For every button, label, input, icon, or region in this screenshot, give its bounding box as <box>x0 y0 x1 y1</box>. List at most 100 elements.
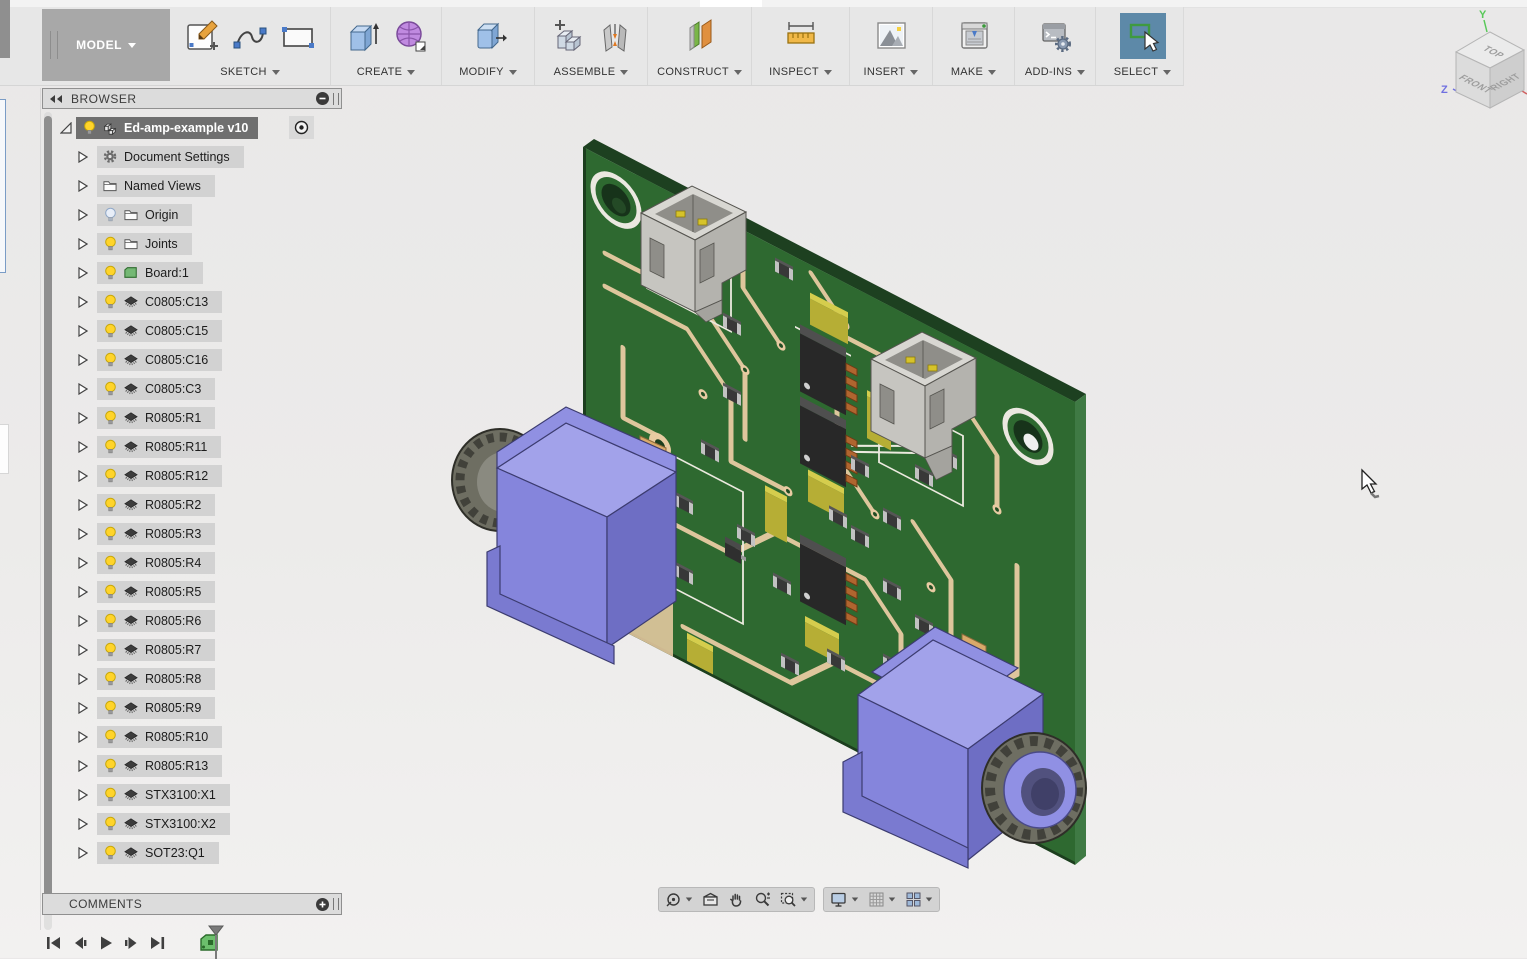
pan-button[interactable] <box>728 891 745 908</box>
browser-tree-row[interactable]: R0805:R13 <box>78 751 258 780</box>
view-cube[interactable]: Y Z TOP FRONT RIGHT <box>1441 9 1527 108</box>
visibility-bulb-icon[interactable] <box>103 671 117 687</box>
panel-grip[interactable] <box>333 898 339 910</box>
measure-button[interactable] <box>782 16 820 56</box>
zoom-button[interactable] <box>754 891 771 908</box>
extrude-button[interactable] <box>343 16 381 56</box>
workspace-switcher[interactable]: MODEL <box>42 9 170 81</box>
collapse-arrow-icon[interactable] <box>60 122 72 134</box>
display-settings-button[interactable] <box>830 891 859 908</box>
expand-arrow-icon[interactable] <box>78 673 90 685</box>
browser-tree-row[interactable]: R0805:R2 <box>78 490 258 519</box>
activate-component-radio[interactable] <box>289 116 314 139</box>
expand-arrow-icon[interactable] <box>78 702 90 714</box>
zoom-window-button[interactable] <box>780 891 808 908</box>
orbit-button[interactable] <box>665 891 693 908</box>
expand-arrow-icon[interactable] <box>78 412 90 424</box>
panel-grip[interactable] <box>333 93 339 105</box>
expand-arrow-icon[interactable] <box>78 267 90 279</box>
expand-arrow-icon[interactable] <box>78 354 90 366</box>
new-component-button[interactable] <box>548 16 586 56</box>
timeline-skip-to-end-button[interactable] <box>148 933 167 953</box>
browser-tree-row[interactable]: C0805:C16 <box>78 345 258 374</box>
visibility-bulb-icon[interactable] <box>82 120 96 136</box>
add-comment-icon[interactable] <box>316 898 329 911</box>
browser-tree-row[interactable]: R0805:R5 <box>78 577 258 606</box>
browser-root-row[interactable]: Ed-amp-example v10 <box>60 114 258 142</box>
viewports-button[interactable] <box>905 891 933 908</box>
browser-tree-row[interactable]: R0805:R6 <box>78 606 258 635</box>
press-pull-button[interactable] <box>469 16 507 56</box>
create-menu[interactable]: CREATE <box>357 63 416 81</box>
expand-arrow-icon[interactable] <box>78 586 90 598</box>
browser-tree-row[interactable]: R0805:R9 <box>78 693 258 722</box>
collapse-panel-icon[interactable] <box>49 94 63 104</box>
comments-panel-header[interactable]: COMMENTS <box>42 893 342 915</box>
browser-tree-row[interactable]: C0805:C15 <box>78 316 258 345</box>
grid-settings-button[interactable] <box>868 891 896 908</box>
visibility-bulb-icon[interactable] <box>103 816 117 832</box>
browser-tree-row[interactable]: R0805:R8 <box>78 664 258 693</box>
browser-tree-row[interactable]: R0805:R4 <box>78 548 258 577</box>
browser-tree-row[interactable]: R0805:R11 <box>78 432 258 461</box>
joint-button[interactable] <box>596 16 634 56</box>
timeline-step-back-button[interactable] <box>70 933 89 953</box>
visibility-bulb-icon[interactable] <box>103 439 117 455</box>
insert-button[interactable] <box>872 16 910 56</box>
timeline-step-forward-button[interactable] <box>122 933 141 953</box>
browser-tree-row[interactable]: C0805:C13 <box>78 287 258 316</box>
spline-button[interactable] <box>231 16 269 56</box>
browser-tree-row[interactable]: SOT23:Q1 <box>78 838 258 867</box>
expand-arrow-icon[interactable] <box>78 499 90 511</box>
expand-arrow-icon[interactable] <box>78 296 90 308</box>
visibility-bulb-icon[interactable] <box>103 323 117 339</box>
browser-tree-row[interactable]: Board:1 <box>78 258 258 287</box>
expand-arrow-icon[interactable] <box>78 180 90 192</box>
assemble-menu[interactable]: ASSEMBLE <box>554 63 629 81</box>
expand-arrow-icon[interactable] <box>78 760 90 772</box>
visibility-bulb-icon[interactable] <box>103 236 117 252</box>
make-menu[interactable]: MAKE <box>951 63 996 81</box>
expand-arrow-icon[interactable] <box>78 615 90 627</box>
expand-arrow-icon[interactable] <box>78 789 90 801</box>
construction-plane-button[interactable] <box>681 16 719 56</box>
modify-menu[interactable]: MODIFY <box>459 63 517 81</box>
browser-tree-row[interactable]: R0805:R12 <box>78 461 258 490</box>
browser-scrollbar[interactable] <box>44 112 52 930</box>
expand-arrow-icon[interactable] <box>78 151 90 163</box>
visibility-bulb-icon[interactable] <box>103 700 117 716</box>
inspect-menu[interactable]: INSPECT <box>769 63 832 81</box>
expand-arrow-icon[interactable] <box>78 383 90 395</box>
visibility-bulb-icon[interactable] <box>103 729 117 745</box>
timeline-playhead[interactable] <box>208 925 224 959</box>
select-button[interactable] <box>1120 13 1166 59</box>
browser-tree-row[interactable]: R0805:R7 <box>78 635 258 664</box>
sketch-menu[interactable]: SKETCH <box>220 63 279 81</box>
expand-arrow-icon[interactable] <box>78 470 90 482</box>
visibility-bulb-icon[interactable] <box>103 381 117 397</box>
expand-arrow-icon[interactable] <box>78 818 90 830</box>
expand-arrow-icon[interactable] <box>78 441 90 453</box>
browser-tree-row[interactable]: Origin <box>78 200 258 229</box>
browser-tree-row[interactable]: STX3100:X2 <box>78 809 258 838</box>
visibility-bulb-icon[interactable] <box>103 555 117 571</box>
expand-arrow-icon[interactable] <box>78 644 90 656</box>
make-button[interactable] <box>955 16 993 56</box>
expand-arrow-icon[interactable] <box>78 847 90 859</box>
look-at-button[interactable] <box>702 891 719 908</box>
visibility-bulb-icon[interactable] <box>103 787 117 803</box>
expand-arrow-icon[interactable] <box>78 528 90 540</box>
browser-tree-row[interactable]: Joints <box>78 229 258 258</box>
timeline-play-button[interactable] <box>96 933 115 953</box>
visibility-bulb-icon[interactable] <box>103 526 117 542</box>
rectangle-button[interactable] <box>279 16 317 56</box>
construct-menu[interactable]: CONSTRUCT <box>657 63 742 81</box>
browser-tree-row[interactable]: STX3100:X1 <box>78 780 258 809</box>
browser-tree-row[interactable]: Named Views <box>78 171 258 200</box>
visibility-bulb-icon[interactable] <box>103 497 117 513</box>
expand-arrow-icon[interactable] <box>78 238 90 250</box>
addins-menu[interactable]: ADD-INS <box>1025 63 1085 81</box>
insert-menu[interactable]: INSERT <box>864 63 919 81</box>
addins-button[interactable] <box>1036 16 1074 56</box>
expand-arrow-icon[interactable] <box>78 325 90 337</box>
